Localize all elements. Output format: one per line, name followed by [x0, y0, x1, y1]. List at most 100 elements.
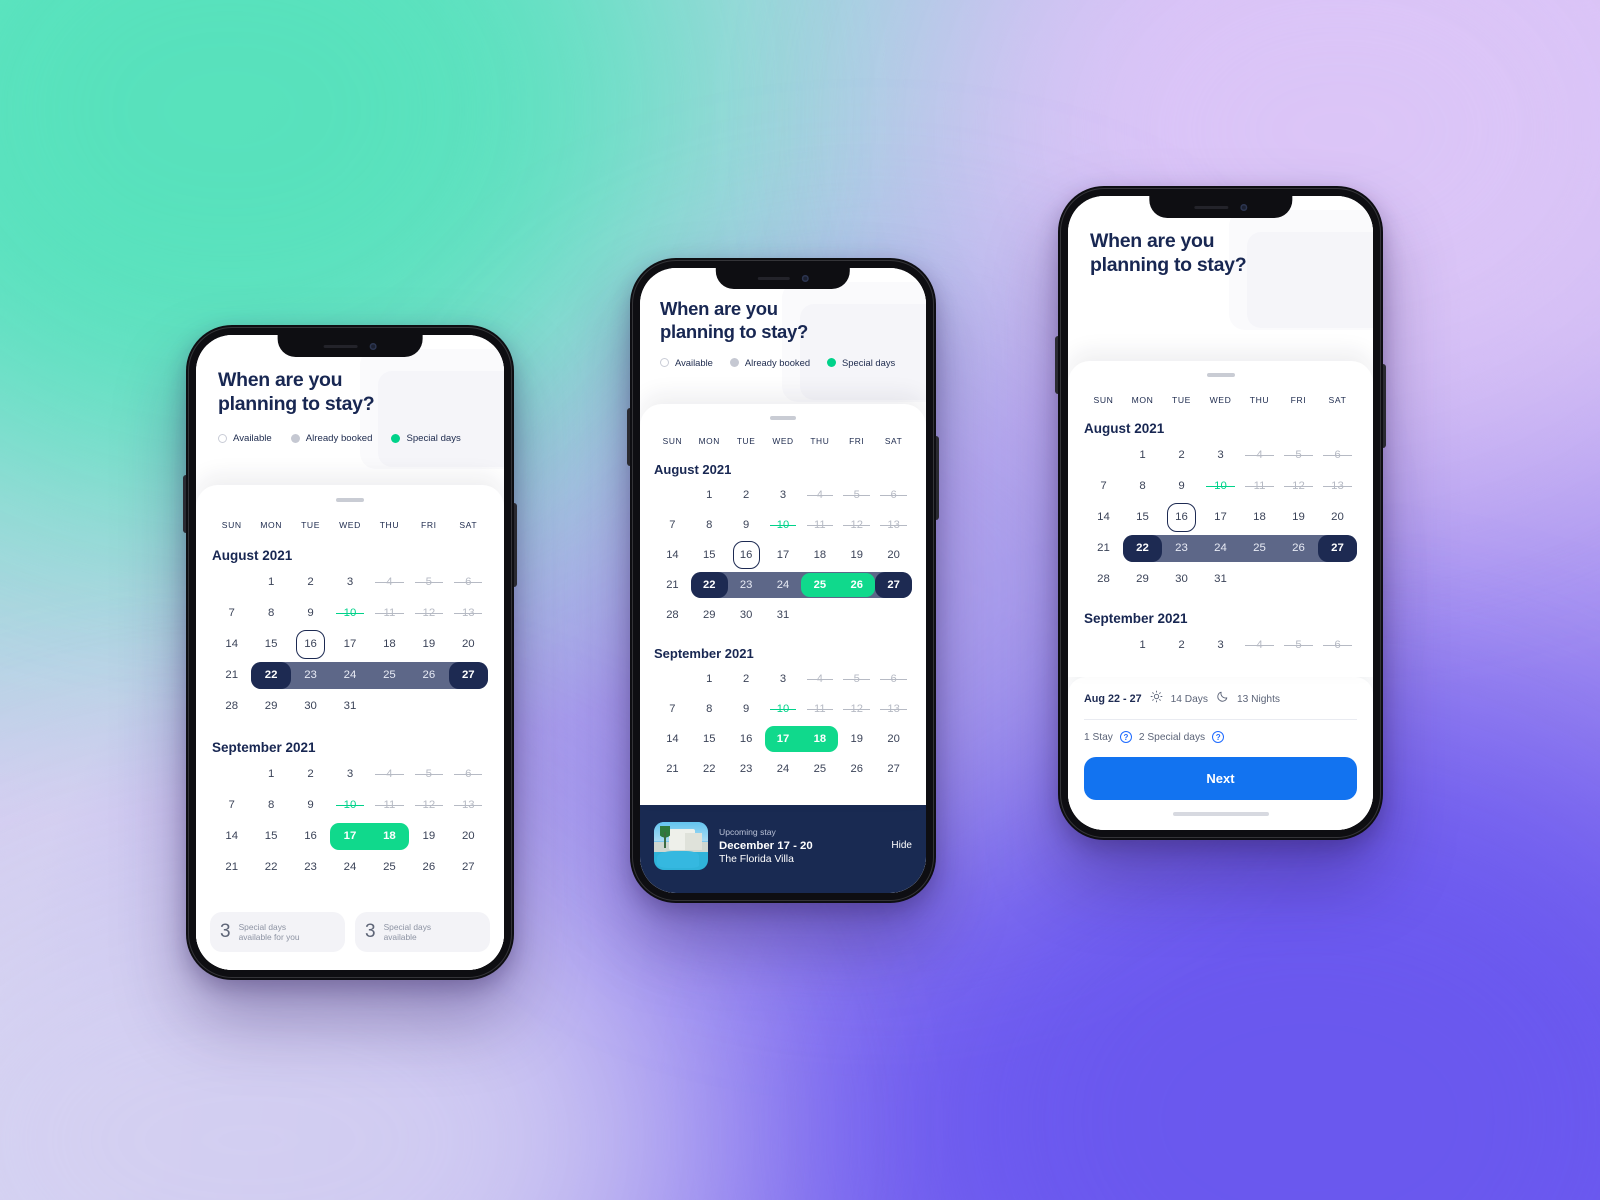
calendar-day-cell[interactable]: 14 [654, 540, 691, 570]
calendar-day-cell[interactable]: 4 [1240, 440, 1279, 471]
calendar-day-cell[interactable]: 19 [409, 629, 448, 660]
calendar-day-cell[interactable]: 24 [765, 754, 802, 784]
calendar-day-cell[interactable]: 18 [370, 821, 409, 852]
calendar-day-cell[interactable]: 23 [1162, 533, 1201, 564]
calendar-day-cell[interactable]: 18 [370, 629, 409, 660]
calendar-day-cell[interactable]: 25 [370, 660, 409, 691]
months-scroll-area[interactable]: August 2021 1 2 3 4 5 6 7 8 9 10 11 12 13 14 15 16 17 18 1… [1068, 405, 1373, 678]
calendar-day-cell[interactable]: 5 [838, 664, 875, 694]
calendar-day-cell[interactable]: 5 [1279, 630, 1318, 661]
calendar-day-cell[interactable]: 16 [291, 821, 330, 852]
calendar-day-cell[interactable]: 13 [449, 598, 488, 629]
calendar-day-cell[interactable]: 19 [409, 821, 448, 852]
calendar-day-cell[interactable]: 22 [251, 852, 290, 883]
calendar-day-cell[interactable]: 11 [801, 694, 838, 724]
calendar-day-cell[interactable]: 26 [1279, 533, 1318, 564]
calendar-day-cell[interactable]: 21 [654, 754, 691, 784]
calendar-day-cell[interactable]: 23 [728, 754, 765, 784]
calendar-day-cell[interactable]: 11 [370, 790, 409, 821]
calendar-day-cell[interactable]: 1 [251, 567, 290, 598]
chip-special-days-available[interactable]: 3 Special days available [355, 912, 490, 952]
calendar-day-cell[interactable]: 11 [370, 598, 409, 629]
calendar-day-cell[interactable]: 9 [728, 510, 765, 540]
calendar-day-cell[interactable]: 19 [838, 724, 875, 754]
calendar-day-cell[interactable]: 8 [691, 694, 728, 724]
calendar-day-cell[interactable]: 10 [765, 694, 802, 724]
calendar-day-cell[interactable]: 20 [449, 629, 488, 660]
calendar-day-cell[interactable]: 5 [838, 480, 875, 510]
calendar-day-cell[interactable]: 6 [449, 567, 488, 598]
calendar-day-cell[interactable]: 15 [251, 821, 290, 852]
calendar-day-cell[interactable]: 7 [212, 790, 251, 821]
calendar-day-cell[interactable]: 21 [212, 852, 251, 883]
calendar-day-cell[interactable]: 4 [801, 664, 838, 694]
info-icon[interactable]: ? [1212, 731, 1225, 743]
legend-item-available[interactable]: Available [218, 433, 272, 444]
chip-special-days-for-you[interactable]: 3 Special days available for you [210, 912, 345, 952]
calendar-day-cell[interactable]: 3 [330, 759, 369, 790]
calendar-day-cell[interactable]: 30 [291, 691, 330, 722]
calendar-day-cell[interactable]: 4 [370, 567, 409, 598]
calendar-day-cell[interactable]: 26 [838, 570, 875, 600]
calendar-day-cell[interactable]: 5 [409, 567, 448, 598]
info-icon[interactable]: ? [1119, 731, 1132, 743]
calendar-day-cell[interactable]: 29 [1123, 564, 1162, 595]
calendar-day-cell[interactable]: 4 [370, 759, 409, 790]
calendar-day-cell[interactable]: 3 [765, 664, 802, 694]
calendar-day-cell[interactable]: 16 [291, 629, 330, 660]
calendar-day-cell[interactable]: 26 [409, 852, 448, 883]
calendar-day-cell[interactable]: 15 [691, 540, 728, 570]
calendar-day-cell[interactable]: 9 [291, 598, 330, 629]
calendar-day-cell[interactable]: 15 [1123, 502, 1162, 533]
calendar-day-cell[interactable]: 7 [654, 694, 691, 724]
calendar-day-cell[interactable]: 25 [370, 852, 409, 883]
calendar-day-cell[interactable]: 12 [409, 598, 448, 629]
calendar-day-cell[interactable]: 6 [1318, 630, 1357, 661]
calendar-day-cell[interactable]: 20 [1318, 502, 1357, 533]
months-scroll-area[interactable]: August 2021 1 2 3 4 5 6 7 8 9 10 11 12 13 14 15 16 17 18 1… [640, 446, 926, 806]
calendar-day-cell[interactable]: 17 [330, 629, 369, 660]
calendar-day-cell[interactable]: 22 [251, 660, 290, 691]
calendar-day-cell[interactable]: 8 [1123, 471, 1162, 502]
calendar-day-cell[interactable]: 4 [801, 480, 838, 510]
calendar-day-cell[interactable]: 12 [1279, 471, 1318, 502]
calendar-day-cell[interactable]: 10 [330, 598, 369, 629]
calendar-day-cell[interactable]: 22 [1123, 533, 1162, 564]
calendar-day-cell[interactable]: 23 [728, 570, 765, 600]
calendar-day-cell[interactable]: 20 [449, 821, 488, 852]
calendar-day-cell[interactable]: 7 [1084, 471, 1123, 502]
calendar-day-cell[interactable]: 1 [1123, 630, 1162, 661]
calendar-day-cell[interactable]: 14 [1084, 502, 1123, 533]
calendar-day-cell[interactable]: 18 [801, 540, 838, 570]
calendar-day-cell[interactable]: 27 [875, 570, 912, 600]
calendar-day-cell[interactable]: 21 [654, 570, 691, 600]
calendar-day-cell[interactable]: 1 [1123, 440, 1162, 471]
upcoming-stay-banner[interactable]: Upcoming stay December 17 - 20 The Flori… [640, 805, 926, 893]
calendar-day-cell[interactable]: 3 [330, 567, 369, 598]
calendar-day-cell[interactable]: 2 [1162, 630, 1201, 661]
calendar-day-cell[interactable]: 5 [1279, 440, 1318, 471]
calendar-day-cell[interactable]: 19 [838, 540, 875, 570]
calendar-day-cell[interactable]: 12 [838, 510, 875, 540]
calendar-day-cell[interactable]: 12 [838, 694, 875, 724]
calendar-day-cell[interactable]: 21 [212, 660, 251, 691]
calendar-day-cell[interactable]: 17 [765, 540, 802, 570]
calendar-day-cell[interactable]: 2 [291, 759, 330, 790]
calendar-day-cell[interactable]: 3 [765, 480, 802, 510]
calendar-day-cell[interactable]: 29 [251, 691, 290, 722]
calendar-day-cell[interactable]: 5 [409, 759, 448, 790]
calendar-day-cell[interactable]: 2 [1162, 440, 1201, 471]
calendar-day-cell[interactable]: 31 [330, 691, 369, 722]
calendar-day-cell[interactable]: 22 [691, 570, 728, 600]
calendar-day-cell[interactable]: 24 [765, 570, 802, 600]
calendar-day-cell[interactable]: 13 [875, 694, 912, 724]
calendar-day-cell[interactable]: 9 [1162, 471, 1201, 502]
legend-item-special-days[interactable]: Special days [391, 433, 461, 444]
calendar-day-cell[interactable]: 14 [212, 629, 251, 660]
calendar-day-cell[interactable]: 8 [251, 598, 290, 629]
calendar-day-cell[interactable]: 20 [875, 540, 912, 570]
calendar-day-cell[interactable]: 18 [1240, 502, 1279, 533]
calendar-day-cell[interactable]: 14 [212, 821, 251, 852]
calendar-day-cell[interactable]: 25 [801, 754, 838, 784]
calendar-day-cell[interactable]: 31 [765, 600, 802, 630]
